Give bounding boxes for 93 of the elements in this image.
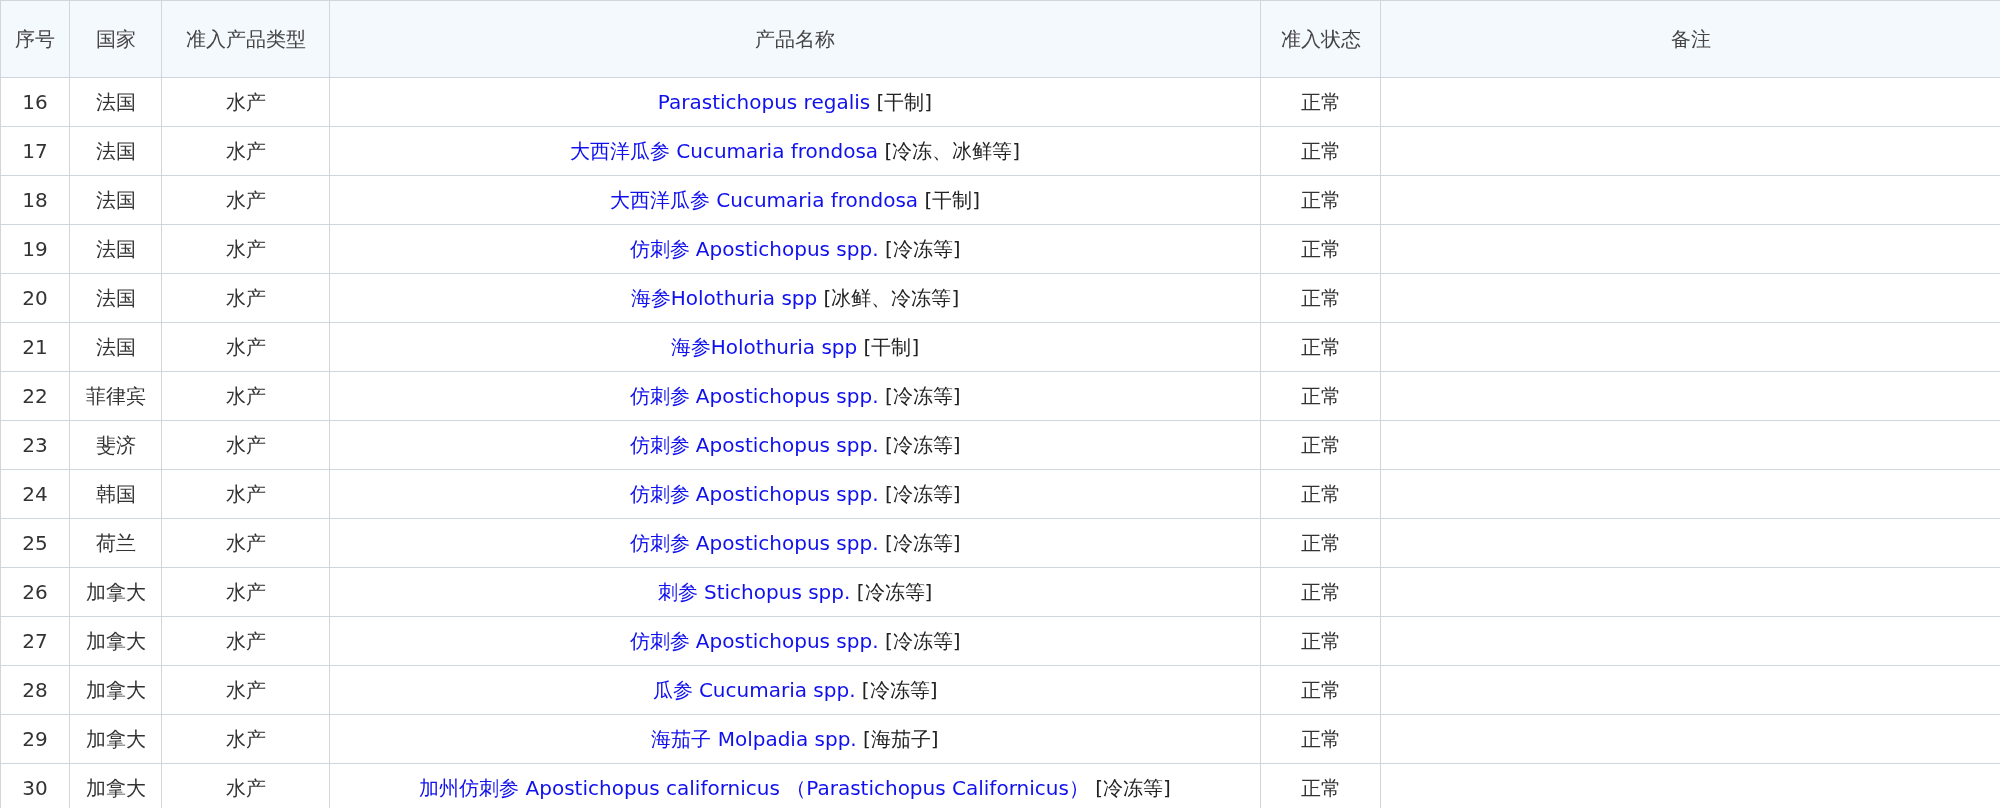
product-link[interactable]: 大西洋瓜参 Cucumaria frondosa [569, 138, 879, 163]
table-cell: 16 [0, 77, 70, 127]
product-link[interactable]: 仿刺参 Apostichopus spp. [629, 481, 879, 506]
column-header: 国家 [69, 0, 162, 78]
table-cell: 23 [0, 420, 70, 470]
product-form-text: [冷冻等] [884, 236, 961, 261]
table-cell: 菲律宾 [69, 371, 162, 421]
product-form-text: [冷冻等] [884, 530, 961, 555]
table-cell: 19 [0, 224, 70, 274]
product-link[interactable]: 海茄子 Molpadia spp. [651, 726, 857, 751]
product-link[interactable]: 仿刺参 Apostichopus spp. [629, 383, 879, 408]
table-cell: 正常 [1260, 714, 1381, 764]
table-cell: 水产 [161, 665, 330, 715]
table-cell: 水产 [161, 273, 330, 323]
product-form-text: [冷冻等] [1095, 775, 1171, 800]
column-header: 产品名称 [329, 0, 1261, 78]
table-cell: 法国 [69, 224, 162, 274]
table-cell: 正常 [1260, 616, 1381, 666]
table-cell: 24 [0, 469, 70, 519]
table-cell: 水产 [161, 518, 330, 568]
table-cell: 加拿大 [69, 665, 162, 715]
table-cell: 法国 [69, 175, 162, 225]
product-link[interactable]: 刺参 Stichopus spp. [657, 579, 851, 604]
table-cell: 水产 [161, 420, 330, 470]
table-cell: 水产 [161, 77, 330, 127]
product-link[interactable]: 仿刺参 Apostichopus spp. [629, 628, 879, 653]
product-link[interactable]: 仿刺参 Apostichopus spp. [629, 530, 879, 555]
table-cell: 加拿大 [69, 567, 162, 617]
product-link[interactable]: Parastichopus regalis [657, 89, 871, 114]
product-link[interactable]: 仿刺参 Apostichopus spp. [629, 236, 879, 261]
product-form-text: [冷冻等] [856, 579, 933, 604]
table-cell: 27 [0, 616, 70, 666]
product-link[interactable]: 海参Holothuria spp [630, 285, 818, 310]
column-header: 准入状态 [1260, 0, 1381, 78]
table-cell: 法国 [69, 126, 162, 176]
product-form-text: [冷冻等] [884, 628, 961, 653]
product-form-text: [冷冻等] [861, 677, 938, 702]
table-cell: 法国 [69, 322, 162, 372]
product-link[interactable]: 大西洋瓜参 Cucumaria frondosa [609, 187, 919, 212]
product-link[interactable]: 加州仿刺参 Apostichopus californicus （Parastichopus Californicus） [419, 775, 1089, 800]
table-cell: 水产 [161, 322, 330, 372]
table-cell: 斐济 [69, 420, 162, 470]
product-link[interactable]: 海参Holothuria spp [670, 334, 858, 359]
product-link[interactable]: 仿刺参 Apostichopus spp. [629, 432, 879, 457]
table-cell: 17 [0, 126, 70, 176]
product-form-text: [海茄子] [863, 726, 939, 751]
product-form-text: [冷冻等] [884, 481, 961, 506]
table-cell: 正常 [1260, 224, 1381, 274]
table-cell: 正常 [1260, 273, 1381, 323]
table-cell: 水产 [161, 175, 330, 225]
table-cell: 正常 [1260, 322, 1381, 372]
table-cell: 韩国 [69, 469, 162, 519]
table-cell: 正常 [1260, 420, 1381, 470]
table-cell: 水产 [161, 714, 330, 764]
table-cell: 正常 [1260, 665, 1381, 715]
table-cell: 正常 [1260, 567, 1381, 617]
table-cell: 21 [0, 322, 70, 372]
table-cell: 29 [0, 714, 70, 764]
product-form-text: [冰鲜、冷冻等] [823, 285, 960, 310]
table-cell: 法国 [69, 77, 162, 127]
table-cell: 水产 [161, 126, 330, 176]
product-form-text: [干制] [924, 187, 981, 212]
column-header: 准入产品类型 [161, 0, 330, 78]
table-cell: 法国 [69, 273, 162, 323]
table-cell: 正常 [1260, 126, 1381, 176]
table-cell: 水产 [161, 224, 330, 274]
table-cell: 30 [0, 763, 70, 808]
table-cell: 正常 [1260, 469, 1381, 519]
table-cell: 加拿大 [69, 714, 162, 764]
table-cell: 水产 [161, 567, 330, 617]
product-link[interactable]: 瓜参 Cucumaria spp. [652, 677, 856, 702]
table-cell: 正常 [1260, 77, 1381, 127]
product-form-text: [干制] [876, 89, 933, 114]
product-form-text: [冷冻、冰鲜等] [884, 138, 1021, 163]
table-cell: 28 [0, 665, 70, 715]
table-cell: 正常 [1260, 518, 1381, 568]
table-cell: 水产 [161, 616, 330, 666]
product-form-text: [干制] [863, 334, 920, 359]
table-cell: 水产 [161, 469, 330, 519]
table-cell: 22 [0, 371, 70, 421]
table-cell: 18 [0, 175, 70, 225]
product-form-text: [冷冻等] [884, 383, 961, 408]
table-cell: 加拿大 [69, 616, 162, 666]
product-form-text: [冷冻等] [884, 432, 961, 457]
table-cell: 正常 [1260, 371, 1381, 421]
table-cell: 26 [0, 567, 70, 617]
table-cell: 25 [0, 518, 70, 568]
table-cell: 水产 [161, 371, 330, 421]
column-header: 备注 [1380, 0, 2000, 78]
column-header: 序号 [0, 0, 70, 78]
table-cell: 正常 [1260, 175, 1381, 225]
table-cell: 荷兰 [69, 518, 162, 568]
table-cell: 20 [0, 273, 70, 323]
